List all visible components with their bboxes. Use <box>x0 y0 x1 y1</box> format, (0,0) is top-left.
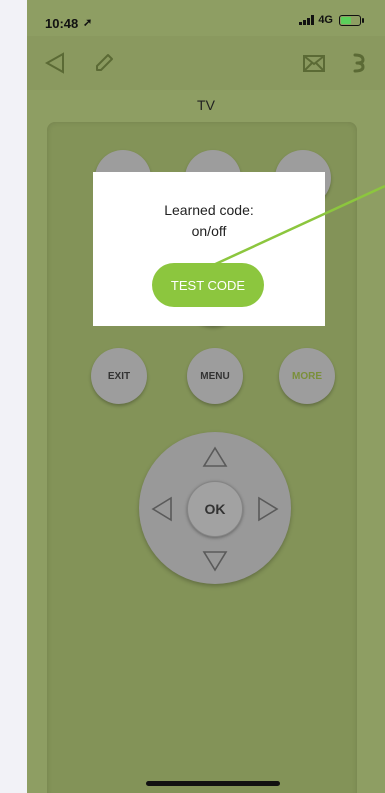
location-arrow-icon: ➚ <box>83 17 93 29</box>
page-title: TV <box>197 97 215 113</box>
right-arrow-icon[interactable] <box>257 496 279 522</box>
dialog-message: Learned code: on/off <box>93 200 325 242</box>
down-arrow-icon[interactable] <box>202 550 228 572</box>
status-indicators: 4G <box>299 14 364 26</box>
back-icon[interactable] <box>43 50 69 76</box>
left-arrow-icon[interactable] <box>151 496 173 522</box>
battery-icon <box>339 14 364 26</box>
more-button[interactable]: MORE <box>279 348 335 404</box>
learned-code-dialog: Learned code: on/off TEST CODE <box>93 172 325 326</box>
edit-icon[interactable] <box>91 50 117 76</box>
dialog-line-2: on/off <box>191 223 227 239</box>
menu-icon[interactable] <box>349 50 375 76</box>
home-indicator <box>146 781 280 786</box>
signal-icon <box>299 15 315 25</box>
status-bar: 10:48 ➚ 4G <box>27 0 385 36</box>
ok-button[interactable]: OK <box>187 481 243 537</box>
menu-button[interactable]: MENU <box>187 348 243 404</box>
exit-button[interactable]: EXIT <box>91 348 147 404</box>
test-code-button[interactable]: TEST CODE <box>152 263 264 307</box>
dpad: OK <box>139 432 291 584</box>
up-arrow-icon[interactable] <box>202 446 228 468</box>
mail-icon[interactable] <box>301 50 327 76</box>
status-time: 10:48 <box>45 16 79 31</box>
dialog-line-1: Learned code: <box>164 202 254 218</box>
top-toolbar <box>27 36 385 90</box>
app-screen: 10:48 ➚ 4G TV EXIT MENU MORE OK Learned … <box>27 0 385 793</box>
network-type: 4G <box>318 14 333 26</box>
